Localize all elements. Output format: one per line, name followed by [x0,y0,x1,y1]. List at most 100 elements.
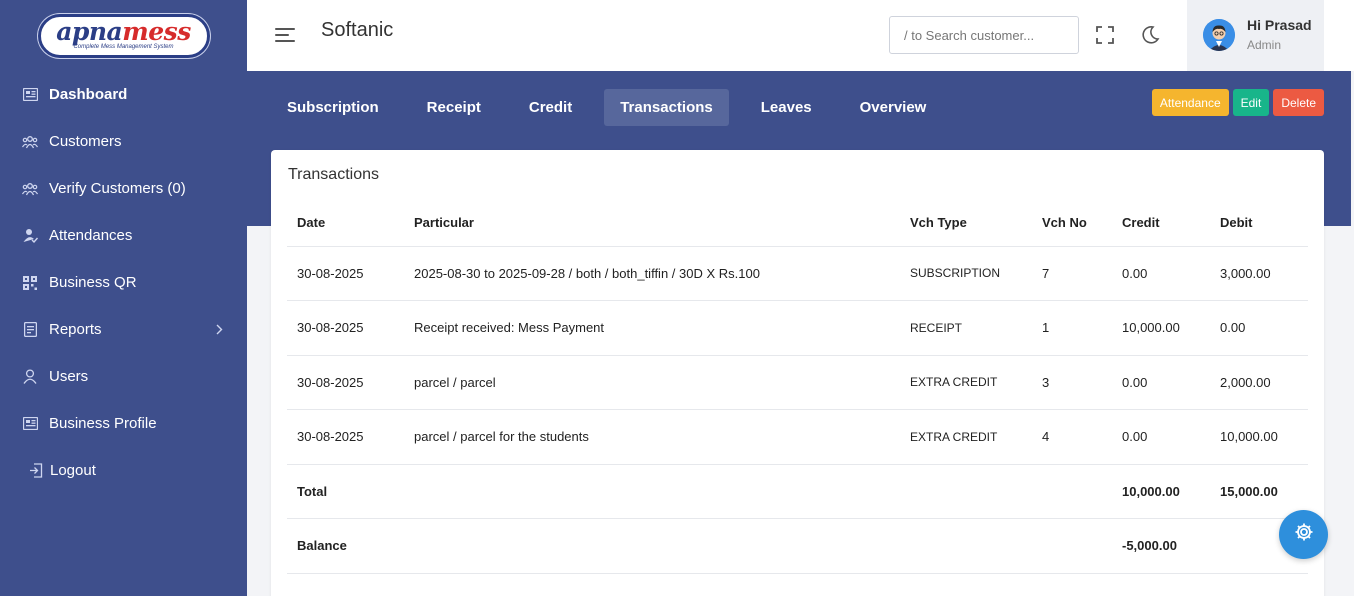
action-buttons: Attendance Edit Delete [1151,89,1324,116]
sidebar-item-label: Business QR [49,274,137,291]
tab-subscription[interactable]: Subscription [271,89,395,126]
sidebar-item-label: Dashboard [49,86,128,103]
cell-date: 30-08-2025 [287,355,404,410]
profile-card-icon [22,416,38,432]
sidebar-item-verify-customers[interactable]: Verify Customers (0) [0,165,247,212]
column-header-debit: Debit [1210,200,1308,247]
cell-particular: 2025-08-30 to 2025-09-28 / both / both_t… [404,246,900,301]
cell-credit: 10,000.00 [1112,300,1210,356]
cell-debit: 3,000.00 [1210,246,1308,301]
logout-icon [28,463,44,479]
chevron-right-icon [216,322,223,339]
avatar [1203,19,1235,51]
sidebar-item-logout[interactable]: Logout [0,447,247,494]
cell-vch-no: 3 [1032,355,1112,410]
balance-value: -5,000.00 [1112,518,1210,574]
transactions-table: Date Particular Vch Type Vch No Credit D… [287,200,1308,574]
users-group-icon [22,134,38,150]
sidebar-item-customers[interactable]: Customers [0,118,247,165]
total-row: Total 10,000.00 15,000.00 [287,464,1308,519]
cell-debit: 2,000.00 [1210,355,1308,410]
dashboard-icon [22,87,38,103]
report-icon [22,322,38,338]
app-logo[interactable]: apnamess Complete Mess Management System [37,13,210,58]
sidebar-item-business-profile[interactable]: Business Profile [0,400,247,447]
cell-particular: Receipt received: Mess Payment [404,300,900,356]
search-input[interactable] [889,16,1079,54]
cell-credit: 0.00 [1112,246,1210,301]
cell-vch-no: 7 [1032,246,1112,301]
sidebar-item-label: Business Profile [49,415,157,432]
table-row: 30-08-2025 2025-08-30 to 2025-09-28 / bo… [287,246,1308,301]
sidebar-item-attendances[interactable]: Attendances [0,212,247,259]
cell-date: 30-08-2025 [287,409,404,465]
table-row: 30-08-2025 parcel / parcel for the stude… [287,409,1308,465]
sidebar-item-label: Customers [49,133,122,150]
column-header-vch-no: Vch No [1032,200,1112,247]
cell-particular: parcel / parcel [404,355,900,410]
total-debit: 15,000.00 [1210,464,1308,519]
cell-vch-no: 1 [1032,300,1112,356]
tab-credit[interactable]: Credit [513,89,588,126]
user-profile[interactable]: Hi Prasad Admin [1187,0,1324,71]
logo-subtitle: Complete Mess Management System [73,44,174,50]
attendance-button[interactable]: Attendance [1151,89,1229,116]
sidebar-item-label: Reports [49,321,102,338]
edit-button[interactable]: Edit [1232,89,1270,116]
dark-mode-icon[interactable] [1139,24,1161,46]
balance-label: Balance [287,518,404,574]
users-group-icon [22,181,38,197]
customer-tabs: Subscription Receipt Credit Transactions… [271,89,958,126]
top-header: Softanic Hi Prasad Admin [247,0,1354,71]
delete-button[interactable]: Delete [1273,89,1324,116]
tab-leaves[interactable]: Leaves [745,89,828,126]
cell-vch-type: SUBSCRIPTION [900,246,1032,301]
sidebar: apnamess Complete Mess Management System… [0,0,247,596]
user-check-icon [22,228,38,244]
table-row: 30-08-2025 parcel / parcel EXTRA CREDIT … [287,355,1308,410]
qr-icon [22,275,38,291]
sidebar-item-label: Users [49,368,89,385]
sidebar-item-dashboard[interactable]: Dashboard [0,71,247,118]
sidebar-item-users[interactable]: Users [0,353,247,400]
user-icon [22,369,38,385]
tab-transactions[interactable]: Transactions [604,89,729,126]
cell-date: 30-08-2025 [287,300,404,356]
table-header-row: Date Particular Vch Type Vch No Credit D… [287,200,1308,247]
column-header-vch-type: Vch Type [900,200,1032,247]
logo-area: apnamess Complete Mess Management System [0,0,247,71]
sidebar-item-reports[interactable]: Reports [0,306,247,353]
sidebar-item-label: Attendances [49,227,133,244]
tab-receipt[interactable]: Receipt [411,89,497,126]
total-label: Total [287,464,404,519]
column-header-credit: Credit [1112,200,1210,247]
cell-debit: 0.00 [1210,300,1308,356]
cell-debit: 10,000.00 [1210,409,1308,465]
user-name: Hi Prasad [1247,17,1312,33]
sidebar-item-business-qr[interactable]: Business QR [0,259,247,306]
sidebar-nav: Dashboard Customers Verify Customers (0)… [0,71,247,494]
card-title: Transactions [288,166,379,183]
cell-credit: 0.00 [1112,409,1210,465]
tab-overview[interactable]: Overview [844,89,943,126]
cell-vch-type: EXTRA CREDIT [900,355,1032,410]
menu-toggle-icon[interactable] [275,26,297,44]
total-credit: 10,000.00 [1112,464,1210,519]
cell-particular: parcel / parcel for the students [404,409,900,465]
column-header-date: Date [287,200,404,247]
cell-credit: 0.00 [1112,355,1210,410]
cell-vch-type: RECEIPT [900,300,1032,356]
page-title: Softanic [321,19,394,41]
gear-icon [1294,522,1314,547]
user-role: Admin [1247,38,1282,52]
balance-row: Balance -5,000.00 [287,518,1308,574]
settings-fab[interactable] [1279,510,1328,559]
transactions-card: Transactions Date Particular Vch Type Vc… [271,150,1324,596]
cell-date: 30-08-2025 [287,246,404,301]
logo-text: apnamess [56,17,191,46]
sidebar-item-label: Verify Customers (0) [49,180,186,197]
table-row: 30-08-2025 Receipt received: Mess Paymen… [287,300,1308,356]
sidebar-item-label: Logout [50,462,96,479]
cell-vch-no: 4 [1032,409,1112,465]
fullscreen-icon[interactable] [1094,24,1116,46]
